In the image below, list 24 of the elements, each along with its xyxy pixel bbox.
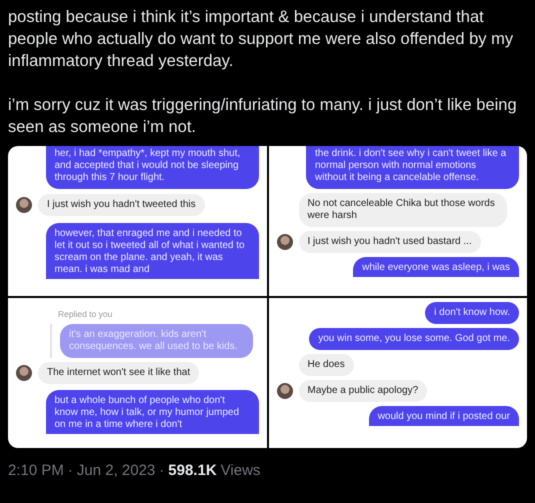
received-message: Maybe a public apology? — [298, 380, 428, 402]
sent-message: the drink. i don't see why i can't tweet like a normal person with normal emotions without it being a cancelable offense. — [306, 146, 519, 189]
post-date: Jun 2, 2023 — [76, 462, 156, 479]
sent-message: i don't know how. — [425, 302, 519, 324]
tweet-text: i’m sorry cuz it was triggering/infuriating to many. i just don’t like being seen as someone i’m not. — [8, 95, 518, 138]
sent-message: would you mind if i posted our — [368, 406, 519, 426]
separator-dot: · — [68, 462, 73, 479]
received-message: He does — [298, 354, 354, 376]
view-count: 598.1K — [168, 462, 217, 479]
sent-message: her, i had *empathy*, kept my mouth shut, and accepted that i would not be sleeping through this 7 hour flight. — [46, 146, 258, 189]
received-message: I just wish you hadn't tweeted this — [38, 194, 205, 216]
sent-message: but a whole bunch of people who don't know me, how i talk, or my humor jumped on me in a time where i don't — [46, 390, 258, 434]
reply-label: Replied to you — [58, 308, 112, 320]
received-message: The internet won't see it like that — [38, 362, 200, 384]
views-label: Views — [220, 462, 260, 479]
sent-message: you win some, you lose some. God got me. — [309, 328, 519, 350]
post-time: 2:10 PM — [8, 462, 64, 479]
tweet-text: posting because i think it’s important & because i understand that people who actually do want to support me were also offended by my inflammatory thread yesterday. — [8, 7, 514, 72]
sent-message: while everyone was asleep, i was — [353, 257, 519, 277]
received-message: I just wish you hadn't used bastard ... — [298, 231, 481, 253]
sent-message: however, that enraged me and i needed to let it out so i tweeted all of what i wanted to scream on the plane. and yeah, it was mean. i was mad and — [46, 223, 258, 279]
separator-dot: · — [159, 462, 164, 479]
quoted-message: it's an exaggeration. kids aren't consequences. we all used to be kids. — [60, 324, 253, 358]
received-message: No not canceleable Chika but those words were harsh — [298, 193, 506, 227]
